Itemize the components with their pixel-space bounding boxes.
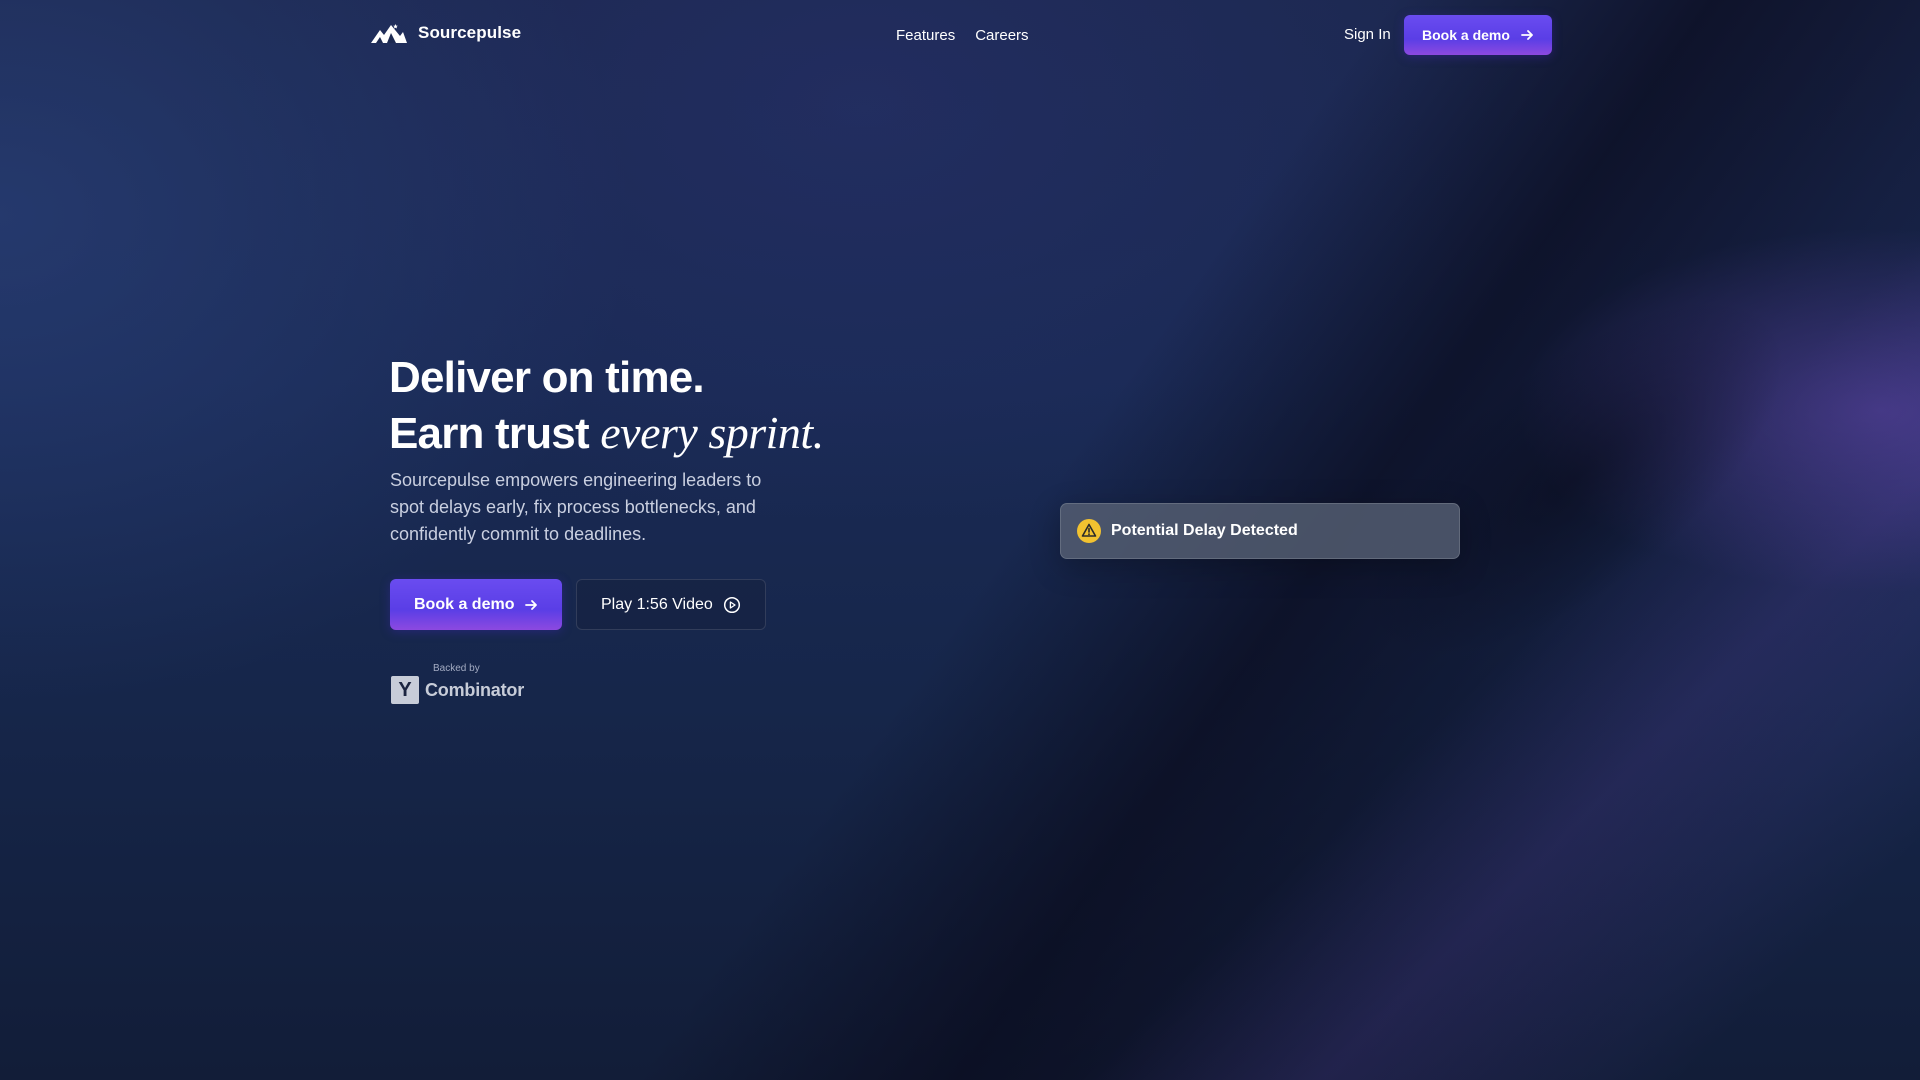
mountain-logo-icon [371, 24, 407, 43]
brand-name: Sourcepulse [418, 23, 522, 42]
headline-italic: every sprint. [600, 407, 824, 458]
hero-headline: Deliver on time. Earn trust every sprint… [389, 350, 824, 461]
arrow-right-icon [1521, 30, 1533, 40]
yc-logo: Y Combinator [391, 676, 524, 704]
brand-logo-link[interactable]: Sourcepulse [370, 22, 521, 44]
hero-subtext: Sourcepulse empowers engineering leaders… [390, 470, 762, 544]
alert-text: Potential Delay Detected [1111, 522, 1298, 539]
hero-book-demo-button[interactable]: Book a demo [390, 579, 563, 630]
nav-book-demo-label: Book a demo [1422, 27, 1510, 43]
top-nav: Sourcepulse Features Careers Sign In Boo… [0, 0, 1920, 70]
headline-line-1: Deliver on time. [389, 353, 705, 402]
nav-links: Features Careers [896, 27, 1029, 44]
hero-book-demo-label: Book a demo [414, 595, 515, 613]
nav-book-demo-button[interactable]: Book a demo [1404, 15, 1552, 55]
headline-line-2: Earn trust every sprint. [389, 405, 824, 461]
play-circle-icon [723, 596, 740, 613]
delay-alert-card: Potential Delay Detected [1060, 503, 1460, 559]
nav-link-careers[interactable]: Careers [975, 27, 1028, 44]
play-video-label: Play 1:56 Video [601, 595, 713, 613]
warning-icon [1077, 519, 1101, 543]
arrow-right-icon [525, 599, 538, 610]
yc-name: Combinator [425, 679, 524, 700]
play-video-button[interactable]: Play 1:56 Video [576, 579, 766, 630]
backed-by-label: Backed by [433, 663, 480, 674]
headline-plain: Earn trust [389, 409, 590, 458]
yc-letter-box: Y [391, 676, 419, 704]
sign-in-link[interactable]: Sign In [1344, 26, 1391, 43]
nav-link-features[interactable]: Features [896, 27, 955, 44]
